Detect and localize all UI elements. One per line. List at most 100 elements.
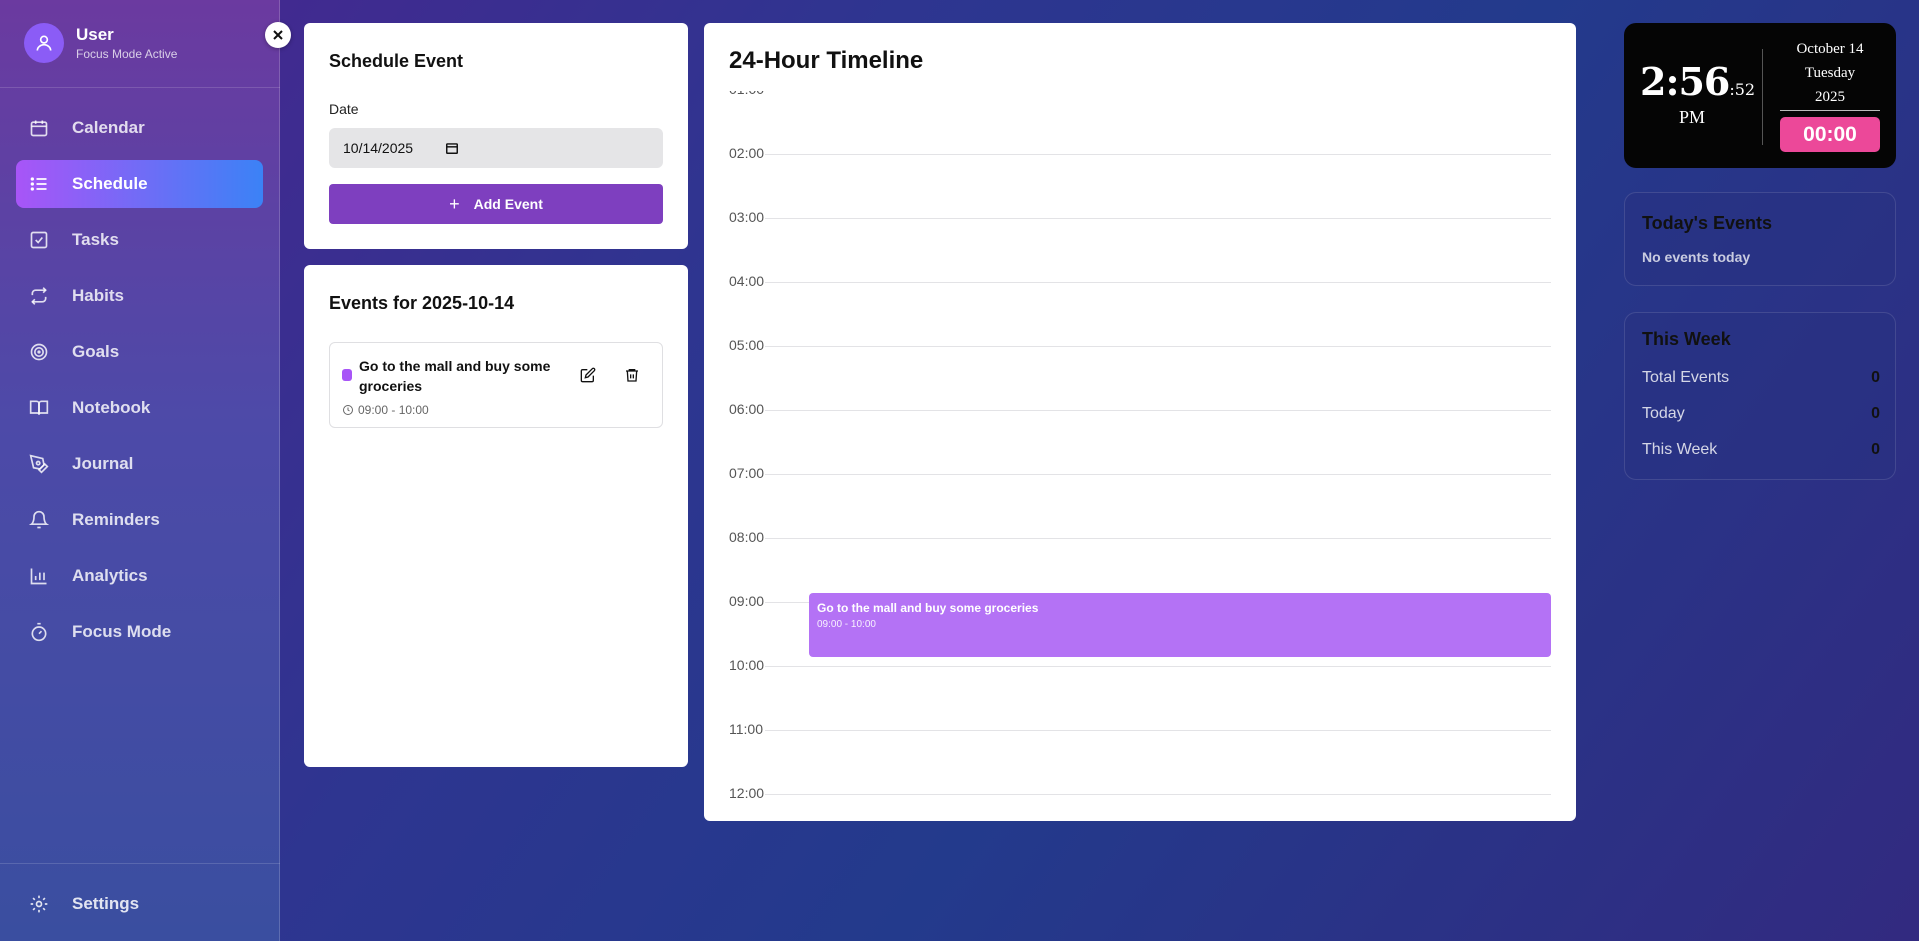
timeline-hour-row: 04:00	[729, 273, 1551, 337]
sidebar-item-tasks[interactable]: Tasks	[16, 216, 263, 264]
sidebar-item-label: Analytics	[72, 566, 148, 585]
events-list-card: Events for 2025-10-14 Go to the mall and…	[304, 265, 688, 767]
date-input[interactable]: 10/14/2025	[329, 128, 663, 168]
timeline-scroll-area[interactable]: 12:00 11:00 10:00 09:00 08:00 07:00 06:00 05:00…	[704, 91, 1576, 821]
stat-value: 0	[1871, 405, 1880, 422]
clock-date-line: Tuesday	[1804, 65, 1856, 81]
sidebar-item-settings[interactable]: Settings	[16, 880, 263, 928]
calendar-icon	[28, 117, 50, 139]
bar-chart-icon	[28, 565, 50, 587]
user-status: Focus Mode Active	[76, 47, 178, 61]
timeline-hour-row: 05:00	[729, 337, 1551, 401]
avatar[interactable]	[24, 23, 64, 63]
stat-row: This Week 0	[1642, 441, 1880, 459]
sidebar-item-reminders[interactable]: Reminders	[16, 496, 263, 544]
timeline-hour-label: 05:00	[729, 337, 765, 353]
clock-date-line: 2025	[1815, 89, 1845, 105]
user-icon	[36, 35, 52, 51]
event-color-dot	[342, 369, 352, 381]
sidebar-item-label: Schedule	[72, 174, 148, 193]
sidebar-item-analytics[interactable]: Analytics	[16, 552, 263, 600]
sidebar-item-label: Notebook	[72, 398, 151, 417]
sidebar-item-label: Habits	[72, 286, 124, 305]
plus-icon: +	[449, 193, 460, 214]
stat-row: Total Events 0	[1642, 369, 1880, 387]
timeline-hour-line	[765, 154, 1551, 155]
clock-widget: 2:56:52 PM October 14 Tuesday 2025 00:00	[1624, 23, 1896, 168]
edit-event-button[interactable]	[576, 363, 600, 387]
timeline-hour-label: 04:00	[729, 273, 765, 289]
timeline-hour-line	[765, 346, 1551, 347]
add-event-label: Add Event	[473, 196, 543, 212]
timeline-event-block[interactable]: Go to the mall and buy some groceries 09…	[809, 593, 1551, 657]
timeline-hour-line	[765, 794, 1551, 795]
checkbox-icon	[28, 229, 50, 251]
stat-row: Today 0	[1642, 405, 1880, 423]
sidebar-item-label: Tasks	[72, 230, 119, 249]
events-list-title: Events for 2025-10-14	[329, 293, 515, 313]
todays-events-title: Today's Events	[1642, 213, 1772, 233]
sidebar-item-goals[interactable]: Goals	[16, 328, 263, 376]
event-time: 09:00 - 10:00	[342, 403, 429, 417]
user-name: User	[76, 25, 114, 44]
sidebar-item-label: Journal	[72, 454, 134, 473]
add-event-button[interactable]: + Add Event	[329, 184, 663, 224]
sidebar-item-label: Focus Mode	[72, 622, 172, 641]
sidebar-item-habits[interactable]: Habits	[16, 272, 263, 320]
sidebar-item-schedule[interactable]: Schedule	[16, 160, 263, 208]
timeline-hour-label: 10:00	[729, 657, 765, 673]
close-sidebar-button[interactable]	[265, 22, 291, 48]
sidebar-item-label: Calendar	[72, 118, 145, 137]
list-item[interactable]: Go to the mall and buy some groceries 09…	[329, 342, 663, 428]
focus-timer-badge[interactable]: 00:00	[1780, 117, 1880, 152]
timeline-hour-line	[765, 538, 1551, 539]
this-week-card: This Week Total Events 0 Today 0 This We…	[1624, 312, 1896, 480]
timeline-hour-row: 10:00	[729, 657, 1551, 721]
user-profile: User Focus Mode Active	[0, 0, 280, 88]
timeline-hour-line	[765, 474, 1551, 475]
clock-ampm: PM	[1679, 107, 1706, 127]
timeline-hour-label: 07:00	[729, 465, 765, 481]
timeline-hour-line	[765, 666, 1551, 667]
sidebar-divider	[0, 863, 280, 864]
schedule-event-card: Schedule Event Date 10/14/2025 + Add Eve…	[304, 23, 688, 249]
sidebar-item-notebook[interactable]: Notebook	[16, 384, 263, 432]
timeline-event-time: 09:00 - 10:00	[817, 619, 876, 630]
clock-date-rule	[1780, 110, 1880, 111]
timeline-hour-label: 01:00	[729, 91, 764, 97]
list-icon	[28, 173, 50, 195]
date-value: 10/14/2025	[343, 140, 414, 156]
todays-events-empty: No events today	[1642, 249, 1751, 265]
clock-date: October 14 Tuesday 2025	[1778, 37, 1882, 109]
timeline-hour-label: 02:00	[729, 145, 765, 161]
bell-icon	[28, 509, 50, 531]
sidebar-item-journal[interactable]: Journal	[16, 440, 263, 488]
target-icon	[28, 341, 50, 363]
delete-event-button[interactable]	[620, 363, 644, 387]
sidebar-item-calendar[interactable]: Calendar	[16, 104, 263, 152]
calendar-picker-icon[interactable]	[445, 141, 459, 155]
timeline-hour-label: 11:00	[729, 721, 763, 737]
timeline-hour-label: 12:00	[729, 785, 765, 801]
timeline-hour-line	[765, 282, 1551, 283]
schedule-event-title: Schedule Event	[329, 51, 464, 71]
date-label: Date	[329, 101, 359, 117]
timeline-hour-row: 08:00	[729, 529, 1551, 593]
this-week-title: This Week	[1642, 329, 1731, 349]
repeat-icon	[28, 285, 50, 307]
timeline-hour-line	[765, 218, 1551, 219]
timeline-hour-line	[765, 730, 1551, 731]
timeline-title: 24-Hour Timeline	[729, 47, 924, 74]
todays-events-card: Today's Events No events today	[1624, 192, 1896, 286]
timeline-hour-row: 11:00	[729, 721, 1551, 785]
stat-label: Total Events	[1642, 369, 1730, 386]
sidebar-item-focus-mode[interactable]: Focus Mode	[16, 608, 263, 656]
timeline-card: 24-Hour Timeline 12:00 11:00 10:00 09:00 08:…	[704, 23, 1576, 821]
timer-icon	[28, 621, 50, 643]
timeline-hour-row: 06:00	[729, 401, 1551, 465]
close-icon	[273, 30, 283, 40]
timeline-hour-label: 09:00	[729, 593, 765, 609]
event-time-text: 09:00 - 10:00	[358, 403, 429, 417]
clock-hours-minutes: 2:56	[1640, 59, 1730, 104]
sidebar-item-label: Settings	[72, 894, 140, 913]
